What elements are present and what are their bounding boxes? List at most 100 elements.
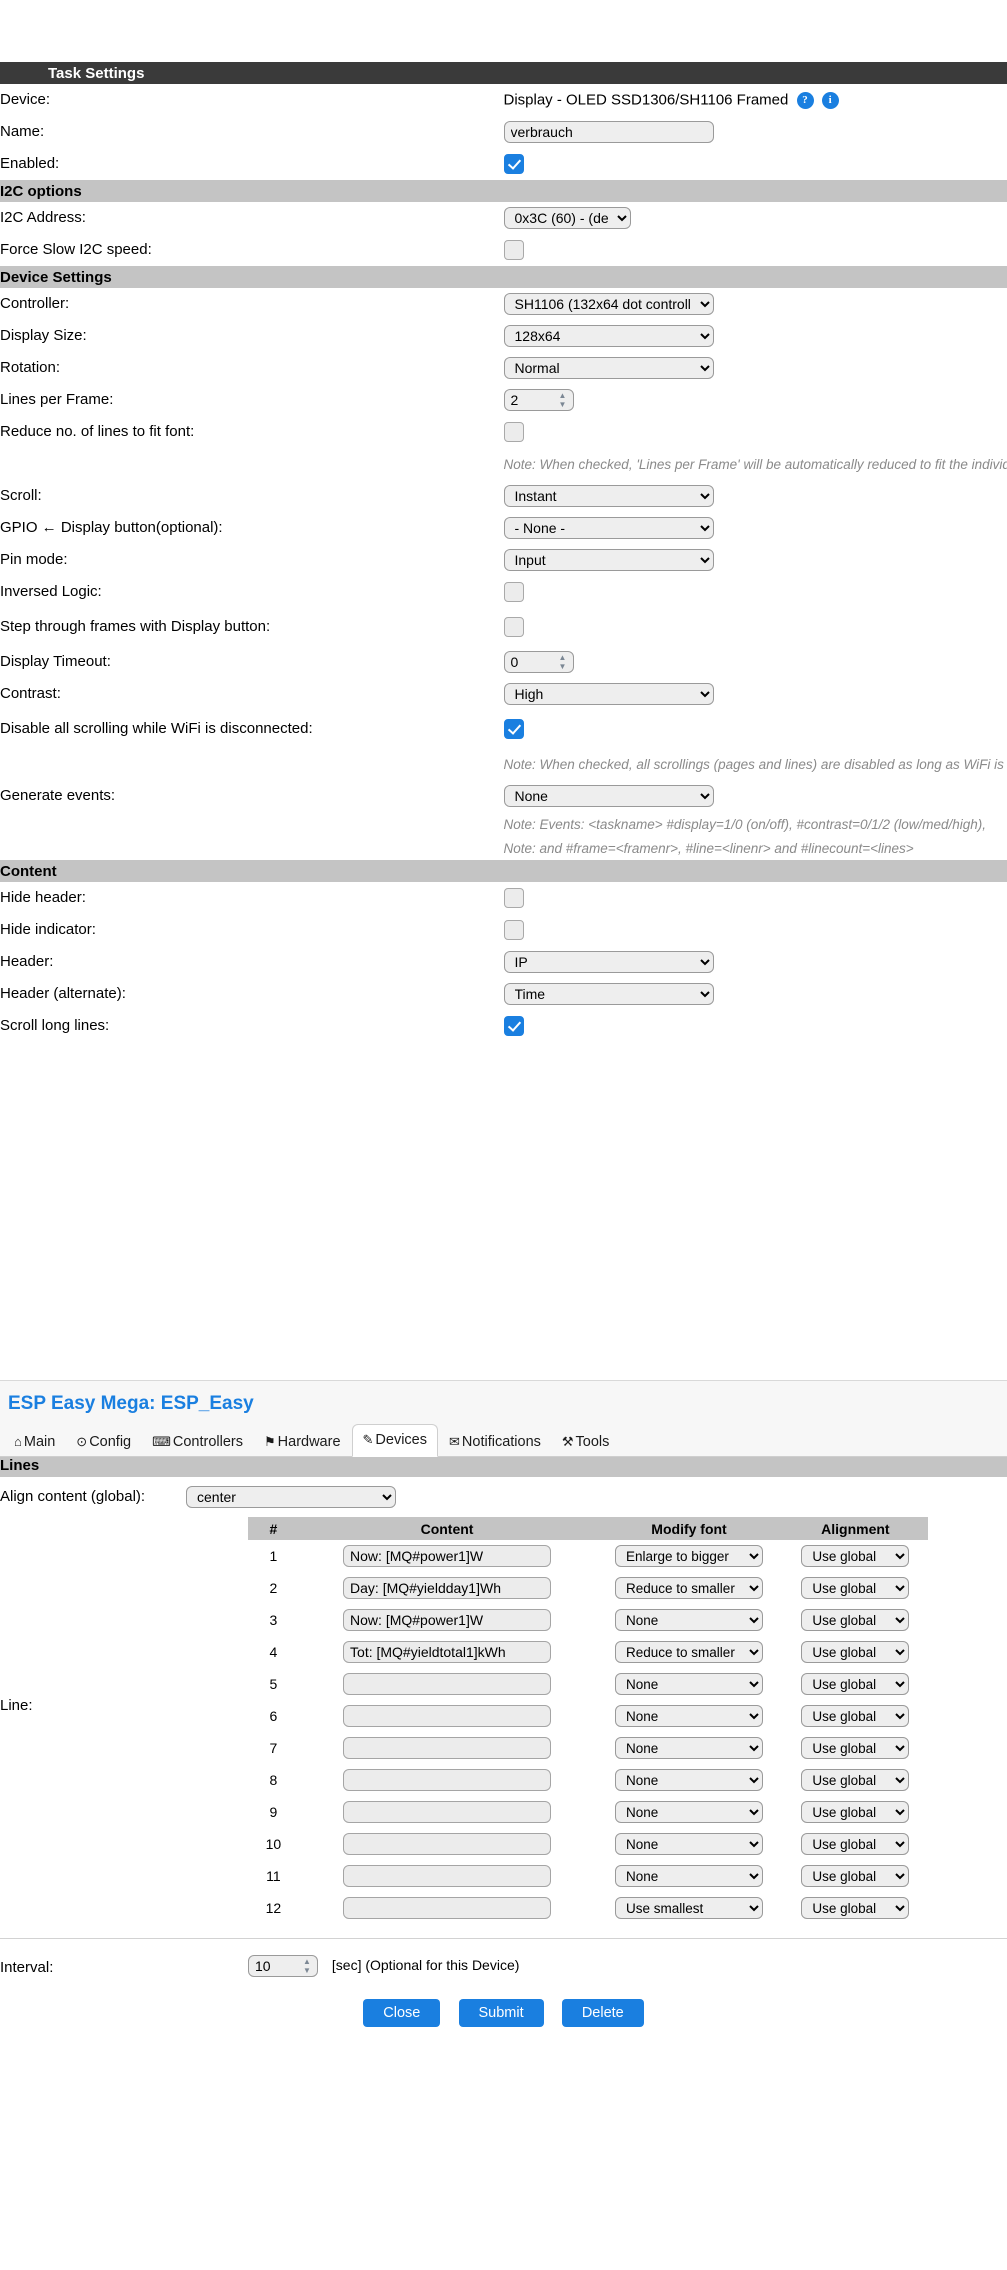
table-row: 1 Enlarge to bigger Use global — [248, 1540, 928, 1572]
cell-hide-header — [503, 882, 1007, 914]
align-global-select[interactable]: center — [186, 1486, 396, 1508]
line-align-select[interactable]: Use global — [801, 1545, 910, 1567]
line-align-select[interactable]: Use global — [801, 1897, 910, 1919]
line-align-select[interactable]: Use global — [801, 1673, 910, 1695]
line-font-select[interactable]: None — [615, 1705, 764, 1727]
step-frames-checkbox[interactable] — [503, 617, 524, 637]
line-font-select[interactable]: None — [615, 1609, 764, 1631]
line-content-input[interactable] — [343, 1801, 552, 1823]
line-content-input[interactable] — [343, 1641, 552, 1663]
display-timeout-input[interactable] — [503, 651, 574, 673]
line-align-select[interactable]: Use global — [801, 1833, 910, 1855]
disable-scrolling-checkbox[interactable] — [503, 719, 524, 739]
page-top-spacer — [0, 0, 1007, 62]
section-title-task-settings: Task Settings — [0, 62, 1007, 84]
inversed-logic-checkbox[interactable] — [503, 582, 524, 602]
tab-tools[interactable]: ⚒ Tools — [552, 1427, 620, 1457]
line-align-select[interactable]: Use global — [801, 1609, 910, 1631]
interval-row: ▲▼ [sec] (Optional for this Device) — [0, 1955, 1007, 1977]
enabled-checkbox[interactable] — [503, 154, 524, 174]
tab-main[interactable]: ⌂ Main — [4, 1427, 65, 1457]
row-display-size: Display Size: 128x64 — [0, 320, 1007, 352]
spacer-cell — [0, 448, 504, 480]
line-align-select[interactable]: Use global — [801, 1769, 910, 1791]
line-align-select[interactable]: Use global — [801, 1705, 910, 1727]
label-interval: Interval: — [0, 1959, 54, 1976]
row-reduce-lines: Reduce no. of lines to fit font: — [0, 416, 1007, 448]
tab-notifications[interactable]: ✉ Notifications — [439, 1427, 551, 1457]
line-content-input[interactable] — [343, 1545, 552, 1567]
row-gpio: GPIO ← Display button(optional): - None … — [0, 512, 1007, 544]
lines-per-frame-input[interactable] — [503, 389, 574, 411]
row-hide-indicator: Hide indicator: — [0, 914, 1007, 946]
row-lines-per-frame: Lines per Frame: ▲▼ — [0, 384, 1007, 416]
lines-per-frame-stepper[interactable]: ▲▼ — [503, 389, 574, 411]
tab-config[interactable]: ⊙ Config — [66, 1427, 141, 1457]
line-font-select[interactable]: None — [615, 1673, 764, 1695]
cell-disable-scrolling — [503, 710, 1007, 748]
help-icon[interactable]: ? — [796, 91, 814, 109]
line-content-input[interactable] — [343, 1865, 552, 1887]
close-button[interactable]: Close — [363, 1999, 441, 2027]
display-timeout-stepper[interactable]: ▲▼ — [503, 651, 574, 673]
contrast-select[interactable]: High — [503, 683, 714, 705]
row-i2c-address: I2C Address: 0x3C (60) - (default) — [0, 202, 1007, 234]
line-font-select[interactable]: None — [615, 1737, 764, 1759]
gpio-select[interactable]: - None - — [503, 517, 714, 539]
reduce-lines-checkbox[interactable] — [503, 422, 524, 442]
line-font-select[interactable]: None — [615, 1801, 764, 1823]
lines-table: # Content Modify font Alignment 1 Enlarg… — [248, 1517, 928, 1924]
line-number: 10 — [265, 1836, 282, 1852]
name-input[interactable] — [503, 121, 714, 143]
line-font-select[interactable]: Reduce to smaller — [615, 1641, 764, 1663]
column-header-number: # — [248, 1517, 299, 1540]
scroll-select[interactable]: Instant — [503, 485, 714, 507]
line-font-cell: None — [595, 1604, 783, 1636]
delete-button[interactable]: Delete — [561, 1999, 644, 2027]
label-pin-mode: Pin mode: — [0, 551, 68, 569]
line-content-input[interactable] — [343, 1897, 552, 1919]
interval-input[interactable] — [248, 1955, 318, 1977]
line-font-select[interactable]: Enlarge to bigger — [615, 1545, 764, 1567]
header-alternate-select[interactable]: Time — [503, 983, 714, 1005]
interval-note: [sec] (Optional for this Device) — [331, 1956, 520, 1973]
hide-header-checkbox[interactable] — [503, 888, 524, 908]
line-align-select[interactable]: Use global — [801, 1737, 910, 1759]
info-icon[interactable]: i — [821, 91, 839, 109]
controller-select[interactable]: SH1106 (132x64 dot controller) — [503, 293, 714, 315]
line-align-select[interactable]: Use global — [801, 1801, 910, 1823]
line-font-select[interactable]: Reduce to smaller — [615, 1577, 764, 1599]
envelope-icon: ✉ — [449, 1434, 460, 1449]
line-content-input[interactable] — [343, 1609, 552, 1631]
line-font-select[interactable]: None — [615, 1833, 764, 1855]
line-align-select[interactable]: Use global — [801, 1641, 910, 1663]
submit-button[interactable]: Submit — [458, 1999, 544, 2027]
interval-stepper[interactable]: ▲▼ — [248, 1955, 318, 1977]
line-font-select[interactable]: None — [615, 1865, 764, 1887]
line-content-input[interactable] — [343, 1833, 552, 1855]
tab-controllers[interactable]: ⌨ Controllers — [142, 1427, 253, 1457]
rotation-select[interactable]: Normal — [503, 357, 714, 379]
header-select[interactable]: IP — [503, 951, 714, 973]
line-content-input[interactable] — [343, 1737, 552, 1759]
force-slow-i2c-checkbox[interactable] — [503, 240, 524, 260]
line-font-cell: None — [595, 1764, 783, 1796]
i2c-address-select[interactable]: 0x3C (60) - (default) — [503, 207, 631, 229]
hide-indicator-checkbox[interactable] — [503, 920, 524, 940]
tab-hardware[interactable]: ⚑ Hardware — [254, 1427, 351, 1457]
tab-devices[interactable]: ✎ Devices — [351, 1424, 438, 1457]
line-content-input[interactable] — [343, 1705, 552, 1727]
cell-name-value — [503, 116, 1007, 148]
line-content-input[interactable] — [343, 1769, 552, 1791]
line-align-select[interactable]: Use global — [801, 1865, 910, 1887]
generate-events-select[interactable]: None — [503, 785, 714, 807]
line-font-select[interactable]: Use smallest — [615, 1897, 764, 1919]
line-align-select[interactable]: Use global — [801, 1577, 910, 1599]
row-generate-events: Generate events: None — [0, 780, 1007, 812]
display-size-select[interactable]: 128x64 — [503, 325, 714, 347]
line-content-input[interactable] — [343, 1577, 552, 1599]
line-content-input[interactable] — [343, 1673, 552, 1695]
scroll-long-lines-checkbox[interactable] — [503, 1016, 524, 1036]
line-font-select[interactable]: None — [615, 1769, 764, 1791]
pin-mode-select[interactable]: Input — [503, 549, 714, 571]
